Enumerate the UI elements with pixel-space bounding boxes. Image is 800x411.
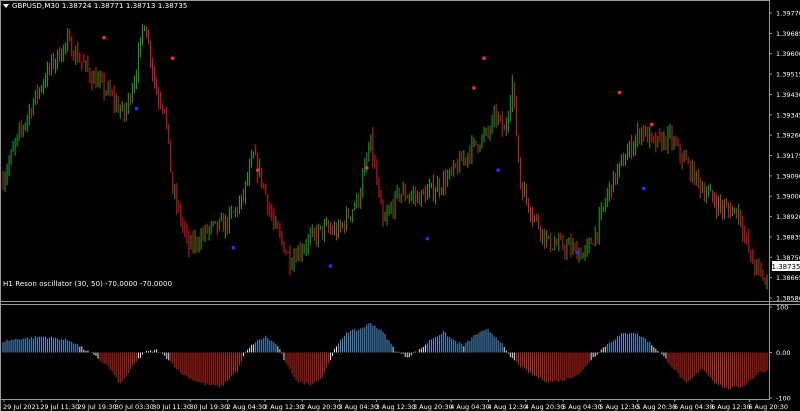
time-tick-label: 5 Aug 12:30 bbox=[599, 403, 639, 411]
signal-dot-up bbox=[617, 90, 622, 95]
signal-dot-down bbox=[425, 236, 430, 241]
time-tick-label: 3 Aug 04:30 bbox=[338, 403, 378, 411]
time-tick-label: 29 Jul 2021 bbox=[3, 403, 40, 411]
price-tick-label: 1.38580 bbox=[776, 295, 800, 303]
current-price-label: 1.38735 bbox=[772, 263, 800, 271]
osc-tick-label: -100 bbox=[776, 395, 791, 403]
time-tick-label: 6 Aug 04:30 bbox=[674, 403, 714, 411]
symbol-title-text: GBPUSD,M30 1.38724 1.38771 1.38713 1.387… bbox=[12, 2, 188, 10]
signal-dot-down bbox=[231, 245, 236, 250]
symbol-title: GBPUSD,M30 1.38724 1.38771 1.38713 1.387… bbox=[3, 2, 187, 10]
signal-dot-down bbox=[575, 250, 579, 255]
price-tick-label: 1.39345 bbox=[776, 111, 800, 119]
price-tick-label: 1.39770 bbox=[776, 10, 800, 18]
price-tick-label: 1.38920 bbox=[776, 213, 800, 221]
signal-dot-up bbox=[255, 168, 260, 172]
signal-dot-down bbox=[641, 186, 646, 191]
time-tick-label: 4 Aug 20:30 bbox=[525, 403, 565, 411]
osc-tick-label: 100 bbox=[776, 304, 788, 312]
time-tick-label: 6 Aug 12:30 bbox=[711, 403, 751, 411]
time-tick-label: 2 Aug 12:30 bbox=[264, 403, 304, 411]
signal-dot-up bbox=[482, 56, 486, 61]
price-tick-label: 1.39090 bbox=[776, 172, 800, 180]
time-tick-label: 30 Jul 03:30 bbox=[115, 403, 154, 411]
time-tick-label: 3 Aug 12:30 bbox=[376, 403, 416, 411]
time-tick-label: 2 Aug 04:30 bbox=[227, 403, 267, 411]
signal-dot-down bbox=[134, 106, 139, 111]
osc-tick-label: 0.00 bbox=[776, 349, 790, 357]
time-tick-label: 3 Aug 20:30 bbox=[413, 403, 453, 411]
time-tick-label: 29 Jul 19:30 bbox=[78, 403, 117, 411]
oscillator-title: H1 Reson oscillator (30, 50) -70.0000 -7… bbox=[3, 280, 173, 288]
time-tick-label: 30 Jul 11:30 bbox=[152, 403, 191, 411]
price-tick-label: 1.38665 bbox=[776, 274, 800, 282]
caret-down-icon[interactable] bbox=[3, 4, 9, 8]
price-tick-label: 1.39000 bbox=[776, 193, 800, 201]
price-tick-label: 1.39175 bbox=[776, 152, 800, 160]
time-tick-label: 4 Aug 04:30 bbox=[450, 403, 490, 411]
price-tick-label: 1.39685 bbox=[776, 30, 800, 38]
current-price-tag: 1.38735 bbox=[772, 261, 800, 271]
signal-dot-up bbox=[472, 86, 476, 90]
price-tick-label: 1.38835 bbox=[776, 233, 800, 241]
time-tick-label: 4 Aug 12:30 bbox=[487, 403, 527, 411]
time-tick-label: 5 Aug 20:30 bbox=[637, 403, 677, 411]
price-tick-label: 1.39600 bbox=[776, 50, 800, 58]
chart-background bbox=[0, 0, 800, 411]
price-tick-label: 1.38750 bbox=[776, 254, 800, 262]
price-tick-label: 1.39515 bbox=[776, 71, 800, 79]
signal-dot-down bbox=[328, 264, 333, 268]
price-tick-label: 1.39430 bbox=[776, 91, 800, 99]
signal-dot-down bbox=[496, 168, 500, 172]
signal-dot-up bbox=[170, 56, 175, 61]
signal-dot-up bbox=[365, 166, 369, 170]
price-tick-label: 1.39260 bbox=[776, 132, 800, 140]
signal-dot-up bbox=[102, 35, 106, 40]
time-tick-label: 2 Aug 20:30 bbox=[301, 403, 341, 411]
time-tick-label: 29 Jul 11:30 bbox=[40, 403, 79, 411]
time-tick-label: 30 Jul 19:30 bbox=[189, 403, 228, 411]
trading-chart[interactable]: 1.39770 1.39685 1.39600 1.39515 1.39430 1.393… bbox=[0, 0, 800, 411]
time-tick-label: 5 Aug 04:30 bbox=[562, 403, 602, 411]
signal-dot-up bbox=[649, 122, 654, 127]
time-tick-label: 6 Aug 20:30 bbox=[748, 403, 788, 411]
